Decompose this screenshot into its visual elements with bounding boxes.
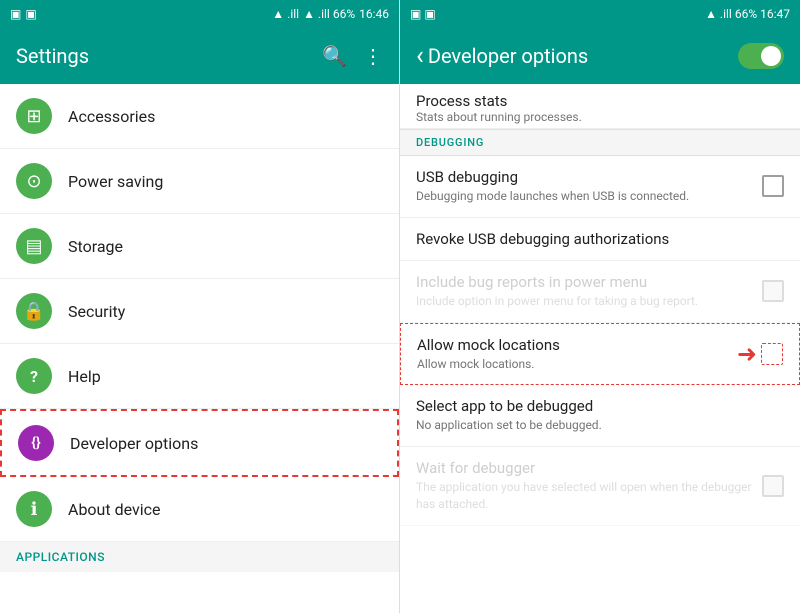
select-debug-app-item[interactable]: Select app to be debugged No application… [400,385,800,447]
arrow-icon: ➜ [737,340,757,368]
back-button[interactable]: ‹ [416,41,424,71]
security-icon: 🔒 [16,293,52,329]
settings-item-power-saving[interactable]: ⊙ Power saving [0,149,399,214]
security-label: Security [68,302,125,321]
help-label: Help [68,367,101,386]
wifi-icon-right: ▣ [424,7,435,21]
settings-item-about-device[interactable]: ℹ About device [0,477,399,542]
settings-list: ⊞ Accessories ⊙ Power saving ▤ Storage 🔒… [0,84,399,613]
left-panel: ▣ ▣ ▲ .ill ▲ .ill 66% 16:46 Settings 🔍 ⋮… [0,0,400,613]
power-saving-icon: ⊙ [16,163,52,199]
wait-debugger-title: Wait for debugger [416,459,754,477]
wait-debugger-subtitle: The application you have selected will o… [416,479,754,513]
usb-debugging-subtitle: Debugging mode launches when USB is conn… [416,188,754,205]
revoke-usb-text: Revoke USB debugging authorizations [416,230,776,248]
settings-title: Settings [16,44,89,68]
process-stats-text: Process stats Stats about running proces… [416,92,776,124]
select-debug-app-text: Select app to be debugged No application… [416,397,776,434]
bug-reports-text: Include bug reports in power menu Includ… [416,273,754,310]
bug-reports-checkbox [762,280,784,302]
developer-options-icon: {} [18,425,54,461]
settings-item-accessories[interactable]: ⊞ Accessories [0,84,399,149]
applications-section-header: APPLICATIONS [0,542,399,572]
wait-debugger-text: Wait for debugger The application you ha… [416,459,754,513]
mock-locations-title: Allow mock locations [417,336,729,354]
revoke-usb-item[interactable]: Revoke USB debugging authorizations [400,218,800,261]
time-right: 16:47 [760,7,790,21]
status-left-icons: ▣ ▣ [10,7,37,21]
wifi-icon: ▣ [25,7,36,21]
status-bar-left: ▣ ▣ ▲ .ill ▲ .ill 66% 16:46 [0,0,399,28]
battery-right: 66% [735,7,757,21]
usb-debugging-checkbox[interactable] [762,175,784,197]
network-icon: ▲ .ill [272,7,299,21]
right-panel: ▣ ▣ ▲ .ill 66% 16:47 ‹ Developer options… [400,0,800,613]
mock-locations-text: Allow mock locations Allow mock location… [417,336,729,373]
select-debug-app-subtitle: No application set to be debugged. [416,417,776,434]
help-icon: ? [16,358,52,394]
revoke-usb-title: Revoke USB debugging authorizations [416,230,776,248]
power-saving-label: Power saving [68,172,163,191]
usb-debugging-text: USB debugging Debugging mode launches wh… [416,168,754,205]
developer-options-toggle[interactable] [738,43,784,69]
usb-debugging-title: USB debugging [416,168,754,186]
settings-item-security[interactable]: 🔒 Security [0,279,399,344]
storage-label: Storage [68,237,123,256]
settings-item-storage[interactable]: ▤ Storage [0,214,399,279]
bug-reports-title: Include bug reports in power menu [416,273,754,291]
developer-options-label: Developer options [70,434,198,453]
mock-locations-checkbox[interactable] [761,343,783,365]
more-icon[interactable]: ⋮ [363,44,383,68]
time-left: 16:46 [359,7,389,21]
bug-reports-subtitle: Include option in power menu for taking … [416,293,754,310]
developer-options-list: Process stats Stats about running proces… [400,84,800,613]
debugging-header: DEBUGGING [400,129,800,156]
toolbar-icons: 🔍 ⋮ [322,44,383,68]
settings-item-help[interactable]: ? Help [0,344,399,409]
status-bar-right: ▣ ▣ ▲ .ill 66% 16:47 [400,0,800,28]
about-device-icon: ℹ [16,491,52,527]
process-stats-subtitle: Stats about running processes. [416,110,776,124]
network-icon-right: ▲ .ill [705,7,732,21]
about-device-label: About device [68,500,160,519]
settings-item-developer-options[interactable]: {} Developer options [0,409,399,477]
toolbar-right: ‹ Developer options [400,28,800,84]
signal-icon-right: ▣ [410,7,421,21]
bug-reports-item: Include bug reports in power menu Includ… [400,261,800,323]
process-stats-item[interactable]: Process stats Stats about running proces… [400,84,800,129]
battery-icon: ▲ .ill 66% [303,7,355,21]
mock-locations-subtitle: Allow mock locations. [417,356,729,373]
back-title-group: ‹ Developer options [416,41,588,71]
signal-icon: ▣ [10,7,21,21]
toolbar-left: Settings 🔍 ⋮ [0,28,399,84]
status-right-left-icons: ▣ ▣ [410,7,436,21]
wait-debugger-item: Wait for debugger The application you ha… [400,447,800,526]
status-right-right-icons: ▲ .ill 66% 16:47 [705,7,790,21]
wait-debugger-checkbox [762,475,784,497]
accessories-icon: ⊞ [16,98,52,134]
status-right-icons: ▲ .ill ▲ .ill 66% 16:46 [272,7,389,21]
storage-icon: ▤ [16,228,52,264]
process-stats-title: Process stats [416,92,776,110]
select-debug-app-title: Select app to be debugged [416,397,776,415]
search-icon[interactable]: 🔍 [322,44,347,68]
accessories-label: Accessories [68,107,155,126]
developer-options-title: Developer options [428,44,588,68]
mock-locations-item[interactable]: Allow mock locations Allow mock location… [400,323,800,386]
usb-debugging-item[interactable]: USB debugging Debugging mode launches wh… [400,156,800,218]
